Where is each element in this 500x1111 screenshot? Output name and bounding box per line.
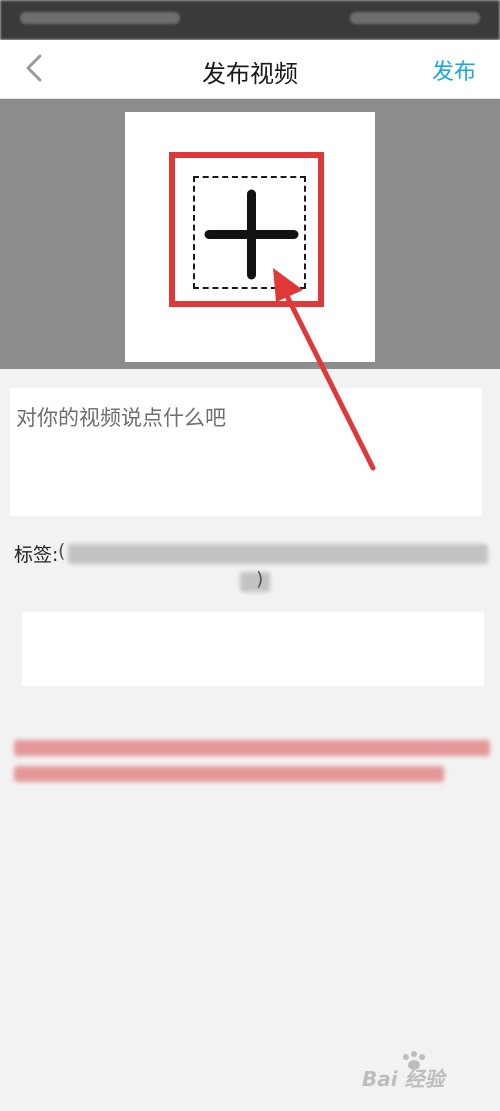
status-bar-right-blurred — [350, 12, 480, 24]
add-video-card — [125, 112, 375, 362]
back-button[interactable] — [18, 50, 54, 86]
navigation-bar: 发布视频 发布 — [0, 40, 500, 99]
plus-icon — [204, 189, 299, 280]
page-title: 发布视频 — [202, 60, 298, 88]
tags-hint-close: ) — [256, 568, 264, 590]
status-bar — [0, 0, 500, 40]
status-bar-left-blurred — [20, 12, 180, 24]
baidu-jingyan-logo: Bai 经验 — [362, 1049, 482, 1091]
tags-hint-blurred — [60, 540, 490, 592]
description-input[interactable]: 对你的视频说点什么吧 — [10, 388, 482, 516]
chevron-left-icon — [26, 54, 42, 82]
warning-text-blurred — [14, 738, 492, 788]
add-video-dashed-frame — [193, 176, 306, 289]
watermark-text: Bai 经验 — [362, 1067, 445, 1091]
description-placeholder: 对你的视频说点什么吧 — [16, 406, 226, 430]
publish-button[interactable]: 发布 — [432, 54, 476, 86]
tags-input[interactable] — [22, 612, 484, 686]
tags-hint-open: ( — [58, 540, 66, 562]
add-video-button[interactable] — [169, 152, 324, 307]
tags-label: 标签: — [14, 544, 59, 566]
